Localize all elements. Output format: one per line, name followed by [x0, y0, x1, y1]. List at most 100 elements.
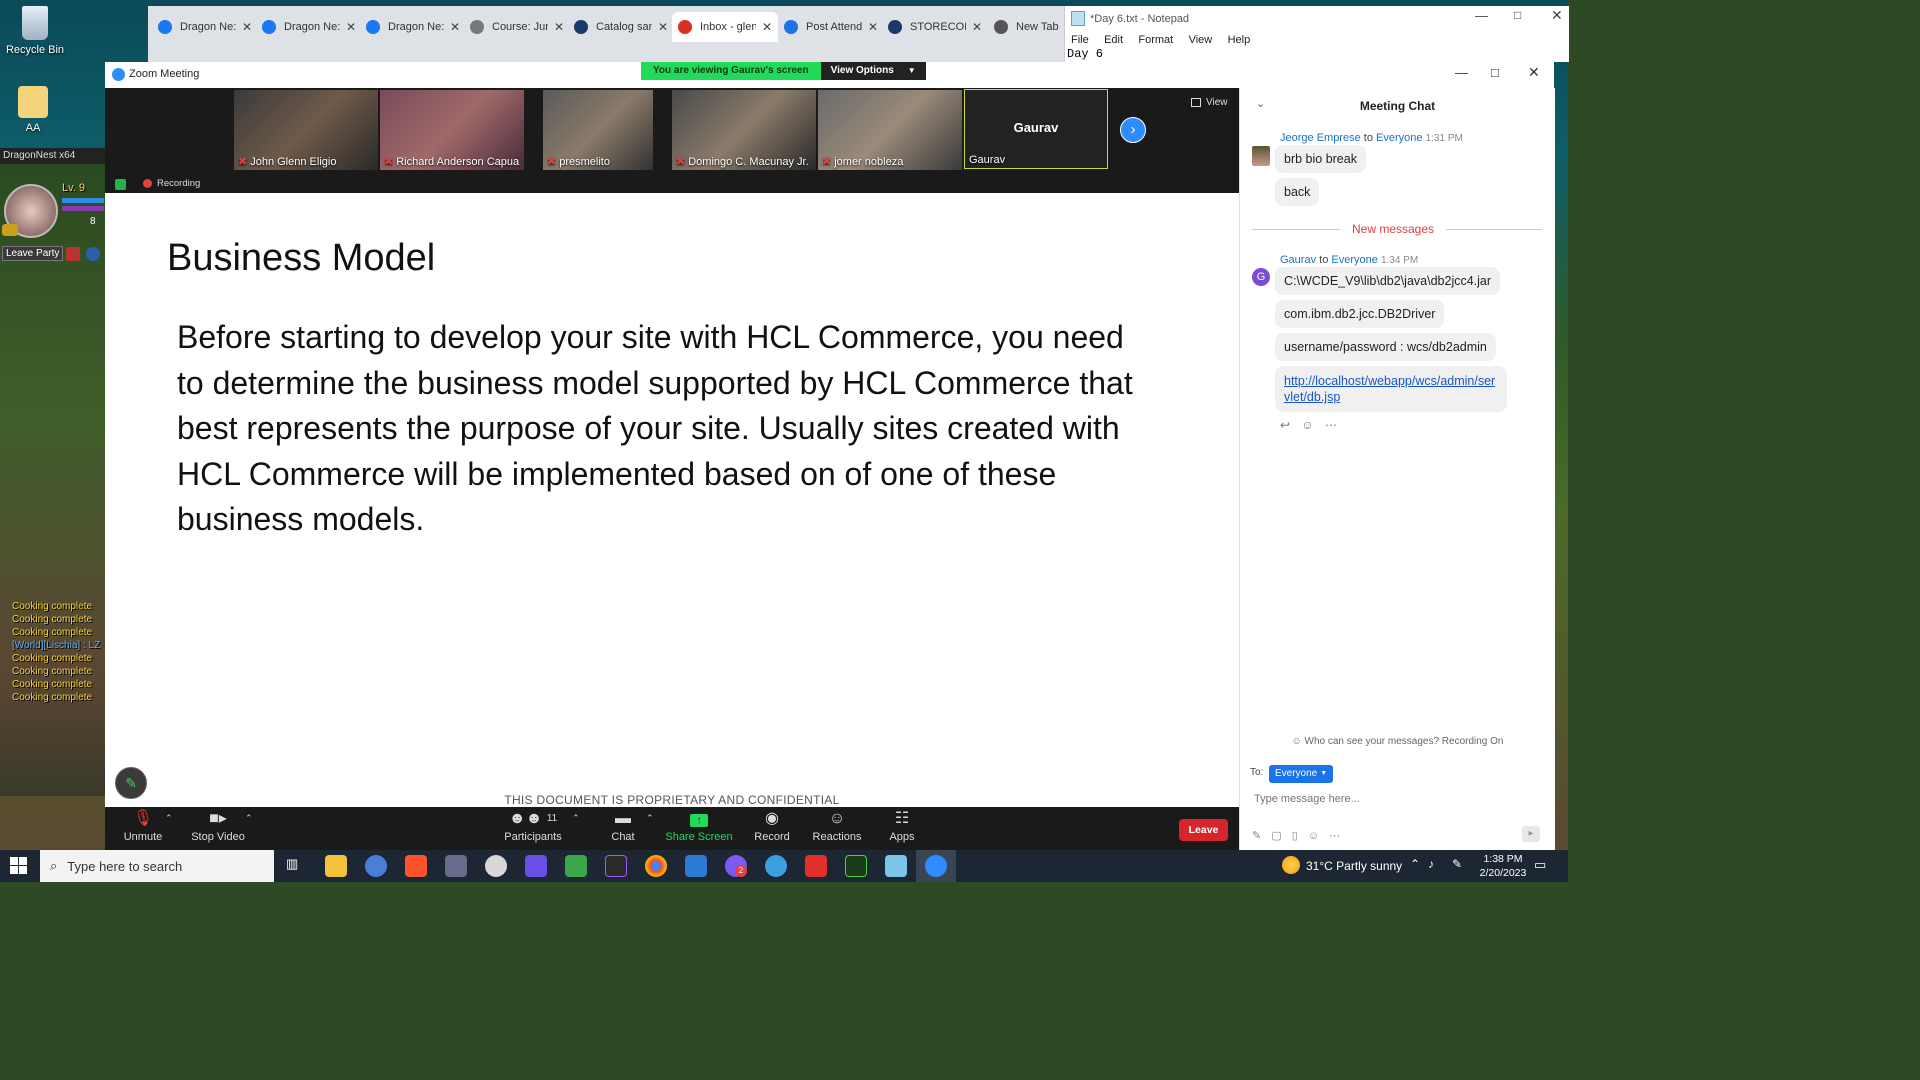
pinned-app-icon[interactable]	[485, 855, 507, 877]
pinned-app-icon[interactable]	[365, 855, 387, 877]
party-close-icon[interactable]	[66, 247, 80, 261]
weather-text[interactable]: 31°C Partly sunny	[1306, 859, 1402, 873]
notepad-close-button[interactable]: ✕	[1551, 7, 1563, 24]
task-view-icon[interactable]: ▥	[286, 856, 298, 872]
sender-name[interactable]: Jeorge Emprese	[1280, 132, 1361, 144]
chrome-icon[interactable]	[645, 855, 667, 877]
screenshot-icon[interactable]: ▢	[1271, 830, 1281, 842]
browser-tab[interactable]: Dragon Ne: ✕	[366, 16, 460, 38]
apps-button[interactable]: ☷ Apps	[867, 807, 937, 843]
recording-indicator[interactable]: Recording	[143, 178, 200, 189]
weather-sun-icon[interactable]	[1282, 856, 1300, 874]
participant-tile[interactable]: ✖ presmelito	[543, 90, 653, 170]
browser-tab[interactable]: Inbox - glen ✕	[672, 12, 779, 42]
brave-browser-icon[interactable]	[405, 855, 427, 877]
view-options-button[interactable]: View Options ▼	[820, 62, 926, 80]
browser-tab[interactable]: Dragon Ne: ✕	[158, 16, 252, 38]
intellij-icon[interactable]	[525, 855, 547, 877]
add-reaction-icon[interactable]: ☺	[1301, 418, 1313, 432]
share-screen-button[interactable]: ↑ Share Screen	[664, 807, 734, 843]
browser-tab[interactable]: New Tab	[994, 16, 1072, 38]
chat-options-chevron-icon[interactable]: ⌃	[646, 813, 654, 824]
notifications-icon[interactable]: ▭	[1534, 857, 1546, 873]
participants-options-chevron-icon[interactable]: ⌃	[572, 813, 580, 824]
notepad-maximize-button[interactable]: □	[1514, 8, 1521, 22]
participant-tile[interactable]: ✖ jomer nobleza	[818, 90, 962, 170]
browser-tab[interactable]: Course: Jum ✕	[470, 16, 564, 38]
menu-edit[interactable]: Edit	[1104, 34, 1123, 46]
volume-icon[interactable]: ♪	[1428, 857, 1434, 871]
leave-party-button[interactable]: Leave Party	[2, 246, 64, 261]
zoom-close-button[interactable]: ✕	[1528, 64, 1540, 81]
emoji-icon[interactable]: ☺	[1308, 830, 1319, 842]
photos-app-icon[interactable]	[445, 855, 467, 877]
chat-message-input[interactable]	[1252, 788, 1546, 810]
recipient-dropdown[interactable]: Everyone ▼	[1269, 765, 1334, 783]
close-tab-icon[interactable]: ✕	[554, 20, 564, 34]
chat-privacy-notice[interactable]: ☺ Who can see your messages? Recording O…	[1240, 736, 1555, 747]
notepad-text[interactable]: Day 6	[1067, 47, 1103, 61]
close-tab-icon[interactable]: ✕	[762, 20, 772, 34]
audio-options-chevron-icon[interactable]: ⌃	[165, 813, 173, 824]
desktop-icon-recycle-bin[interactable]: Recycle Bin	[0, 6, 70, 56]
valorant-icon[interactable]	[805, 855, 827, 877]
close-tab-icon[interactable]: ✕	[868, 20, 878, 34]
browser-tab[interactable]: Post Attend ✕	[784, 16, 878, 38]
close-tab-icon[interactable]: ✕	[242, 20, 252, 34]
taskbar-clock[interactable]: 1:38 PM 2/20/2023	[1478, 852, 1528, 880]
close-tab-icon[interactable]: ✕	[972, 20, 982, 34]
leave-button[interactable]: Leave	[1179, 819, 1228, 841]
zoom-minimize-button[interactable]: —	[1455, 65, 1468, 80]
video-options-chevron-icon[interactable]: ⌃	[245, 813, 253, 824]
desktop-icon-folder[interactable]: AA	[0, 86, 68, 134]
menu-format[interactable]: Format	[1138, 34, 1173, 46]
gallery-view-button[interactable]: View	[1191, 97, 1228, 108]
participant-tile-active-speaker[interactable]: Gaurav Gaurav	[964, 89, 1108, 169]
edge-browser-icon[interactable]	[765, 855, 787, 877]
game-launcher-icon[interactable]	[845, 855, 867, 877]
reactions-button[interactable]: ☺ Reactions	[802, 807, 872, 843]
browser-tab[interactable]: Dragon Ne: ✕	[262, 16, 356, 38]
taskbar-search-box[interactable]: ⌕ Type here to search	[40, 850, 274, 882]
chat-message[interactable]: com.ibm.db2.jcc.DB2Driver	[1275, 300, 1445, 328]
system-tray-chevron-icon[interactable]: ⌃	[1410, 857, 1420, 871]
menu-view[interactable]: View	[1189, 34, 1213, 46]
calculator-icon[interactable]	[685, 855, 707, 877]
participants-button[interactable]: ☻☻ 11 Participants	[498, 807, 568, 843]
pen-icon[interactable]: ✎	[1452, 857, 1462, 871]
close-tab-icon[interactable]: ✕	[450, 20, 460, 34]
party-shield-icon[interactable]	[86, 247, 100, 261]
chat-message[interactable]: back	[1275, 178, 1320, 206]
notepad-icon[interactable]	[885, 855, 907, 877]
chat-message[interactable]: brb bio break	[1275, 145, 1366, 173]
figma-icon[interactable]	[605, 855, 627, 877]
send-icon[interactable]: ▸	[1522, 826, 1540, 842]
zoom-taskbar-button[interactable]	[916, 850, 956, 882]
chat-message[interactable]: username/password : wcs/db2admin	[1275, 333, 1496, 361]
participant-tile[interactable]: ✖ Richard Anderson Capua	[380, 90, 524, 170]
close-tab-icon[interactable]: ✕	[346, 20, 356, 34]
notepad-plus-icon[interactable]	[565, 855, 587, 877]
menu-help[interactable]: Help	[1228, 34, 1251, 46]
windows-start-icon[interactable]	[10, 857, 27, 874]
stop-video-button[interactable]: ■▸ Stop Video	[183, 807, 253, 843]
more-icon[interactable]: ⋯	[1329, 830, 1340, 842]
sender-name[interactable]: Gaurav	[1280, 254, 1316, 266]
record-button[interactable]: ◉ Record	[737, 807, 807, 843]
more-icon[interactable]: ⋯	[1325, 418, 1337, 432]
chat-link[interactable]: http://localhost/webapp/wcs/admin/servle…	[1275, 366, 1507, 412]
next-page-arrow-icon[interactable]: ›	[1120, 117, 1146, 143]
participant-tile[interactable]: ✖ John Glenn Eligio	[234, 90, 378, 170]
chat-message[interactable]: C:\WCDE_V9\lib\db2\java\db2jcc4.jar	[1275, 267, 1501, 295]
reply-icon[interactable]: ↩	[1280, 418, 1290, 432]
browser-tab[interactable]: Catalog san ✕	[574, 16, 668, 38]
format-text-icon[interactable]: ✎	[1252, 830, 1261, 842]
zoom-maximize-button[interactable]: □	[1491, 65, 1499, 80]
participant-tile[interactable]: ✖ Domingo C. Macunay Jr.	[672, 90, 816, 170]
menu-file[interactable]: File	[1071, 34, 1089, 46]
browser-tab[interactable]: STORECONF ✕	[888, 16, 982, 38]
close-tab-icon[interactable]: ✕	[658, 20, 668, 34]
file-icon[interactable]: ▯	[1292, 830, 1298, 842]
file-explorer-icon[interactable]	[325, 855, 347, 877]
notepad-minimize-button[interactable]: —	[1475, 8, 1488, 23]
